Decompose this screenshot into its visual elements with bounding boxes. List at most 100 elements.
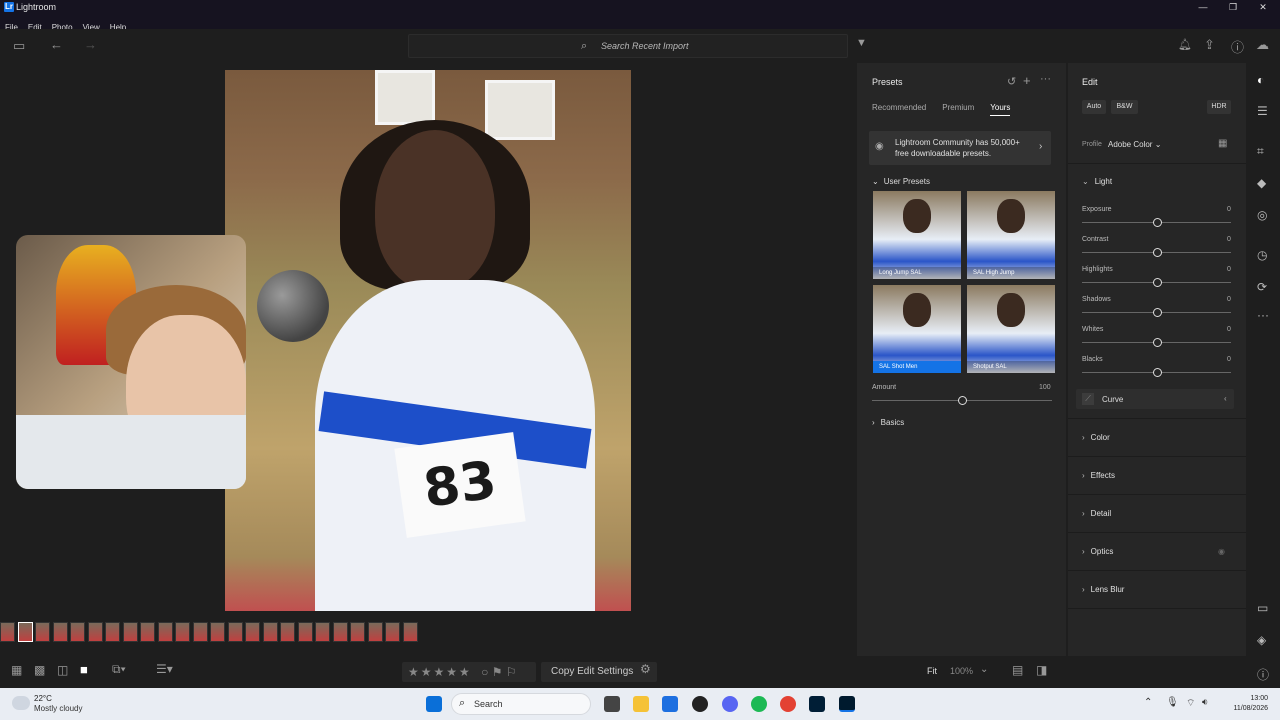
blacks-slider-knob[interactable] xyxy=(1153,368,1162,377)
contrast-slider[interactable] xyxy=(1082,248,1231,257)
close-button[interactable]: ✕ xyxy=(1248,0,1278,15)
filmstrip-thumbnail[interactable] xyxy=(227,622,243,642)
filmstrip-thumbnail[interactable] xyxy=(35,622,50,642)
detail-section-header[interactable]: › Detail xyxy=(1082,509,1111,518)
wifi-icon[interactable]: ⌔ xyxy=(1186,697,1195,710)
auto-button[interactable]: Auto xyxy=(1082,100,1106,114)
blacks-slider[interactable] xyxy=(1082,368,1231,377)
filmstrip-thumbnail[interactable] xyxy=(175,622,190,642)
hdr-button[interactable]: HDR xyxy=(1207,100,1231,114)
list-icon[interactable]: ☰▾ xyxy=(156,662,173,676)
lightroom-taskbar-icon[interactable] xyxy=(839,696,855,712)
filmstrip-thumbnail[interactable] xyxy=(297,622,313,642)
shadows-slider[interactable] xyxy=(1082,308,1231,317)
community-banner[interactable]: ◉ Lightroom Community has 50,000+ free d… xyxy=(869,131,1051,165)
task-view-icon[interactable] xyxy=(604,696,620,712)
search-box[interactable]: ⌕ Search Recent Import xyxy=(408,34,848,58)
filter-icon[interactable]: ▼ xyxy=(856,37,867,49)
zoom-chevron-icon[interactable]: ⌄ xyxy=(980,664,988,675)
preset-tile[interactable]: SAL Shot Men xyxy=(873,285,961,373)
eye-icon[interactable]: ◉ xyxy=(1218,547,1225,556)
filmstrip-thumbnail[interactable] xyxy=(105,622,120,642)
help-icon[interactable]: ⓘ xyxy=(1231,37,1244,56)
exposure-slider-knob[interactable] xyxy=(1153,218,1162,227)
filmstrip-thumbnail[interactable] xyxy=(210,622,225,642)
masking-icon[interactable]: ◎ xyxy=(1257,208,1267,222)
filmstrip-thumbnail[interactable] xyxy=(70,622,85,642)
app-icon[interactable] xyxy=(692,696,708,712)
healing-brush-icon[interactable]: ◆ xyxy=(1257,176,1266,190)
optics-section-header[interactable]: › Optics xyxy=(1082,547,1113,556)
light-section-header[interactable]: ⌄ Light xyxy=(1082,177,1112,186)
filmstrip-thumbnail[interactable] xyxy=(280,622,295,642)
photoshop-icon[interactable] xyxy=(809,696,825,712)
volume-icon[interactable]: 🔉︎ xyxy=(1202,697,1208,708)
whites-slider-knob[interactable] xyxy=(1153,338,1162,347)
more-options-icon[interactable]: ··· xyxy=(1040,73,1051,85)
amount-slider[interactable] xyxy=(872,396,1052,405)
forward-arrow-icon[interactable]: → xyxy=(84,37,97,52)
filmstrip-thumbnail[interactable] xyxy=(332,622,348,642)
more-icon[interactable]: ··· xyxy=(1257,308,1269,322)
file-explorer-icon[interactable] xyxy=(633,696,649,712)
minimize-button[interactable]: — xyxy=(1188,0,1218,15)
profile-browser-icon[interactable]: ▦ xyxy=(1218,138,1227,149)
crop-icon[interactable]: ⌗ xyxy=(1257,144,1264,159)
filmstrip-thumbnail[interactable] xyxy=(87,622,103,642)
clock[interactable]: 13:00 11/08/2026 xyxy=(1222,694,1268,714)
filmstrip-thumbnail[interactable] xyxy=(385,622,400,642)
presets-toggle-icon[interactable]: ◐ xyxy=(1257,73,1264,87)
tag-icon[interactable]: ◈ xyxy=(1257,633,1266,647)
restore-button[interactable]: ❐ xyxy=(1218,0,1248,15)
comments-icon[interactable]: ▭ xyxy=(1257,601,1268,615)
split-view-icon[interactable]: ◨ xyxy=(1036,663,1047,677)
tab-yours[interactable]: Yours xyxy=(990,103,1011,116)
cloud-sync-icon[interactable]: ☁ xyxy=(1256,37,1269,53)
fit-button[interactable]: Fit xyxy=(927,666,937,676)
effects-section-header[interactable]: › Effects xyxy=(1082,471,1115,480)
back-arrow-icon[interactable]: ← xyxy=(50,37,63,52)
info-icon[interactable]: ⓘ xyxy=(1257,666,1269,683)
notifications-icon[interactable]: 🔔︎ xyxy=(1178,38,1192,51)
highlights-slider[interactable] xyxy=(1082,278,1231,287)
user-presets-header[interactable]: ⌄ User Presets xyxy=(872,177,930,186)
preset-tile[interactable]: Long Jump SAL xyxy=(873,191,961,279)
flag-icons[interactable]: ○ ⚑ ⚐ xyxy=(481,665,516,679)
share-icon[interactable]: ⇪ xyxy=(1204,37,1215,53)
filmstrip-thumbnail[interactable] xyxy=(262,622,278,642)
compare-view-icon[interactable]: ◫ xyxy=(57,663,68,677)
filmstrip-thumbnail[interactable] xyxy=(122,622,138,642)
whites-slider[interactable] xyxy=(1082,338,1231,347)
main-photo[interactable]: 83 xyxy=(225,70,631,611)
filmstrip-thumbnail[interactable] xyxy=(140,622,155,642)
filmstrip-thumbnail[interactable] xyxy=(245,622,260,642)
square-grid-icon[interactable]: ▩ xyxy=(34,663,45,677)
microphone-icon[interactable]: 🎙︎ xyxy=(1166,697,1179,708)
amount-slider-knob[interactable] xyxy=(958,396,967,405)
start-menu-icon[interactable] xyxy=(426,696,442,712)
shadows-slider-knob[interactable] xyxy=(1153,308,1162,317)
sort-icon[interactable]: ⧉▾ xyxy=(112,662,126,677)
curve-row[interactable]: ⟋ Curve ‹ xyxy=(1076,389,1234,409)
basics-header[interactable]: › Basics xyxy=(872,418,904,427)
filmstrip-thumbnail[interactable] xyxy=(17,622,33,642)
chrome-icon[interactable] xyxy=(780,696,796,712)
history-icon[interactable]: ◷ xyxy=(1257,248,1267,262)
star-rating[interactable]: ★★★★★ ○ ⚑ ⚐ xyxy=(402,662,536,682)
filmstrip-thumbnail[interactable] xyxy=(192,622,208,642)
grid-view-icon[interactable]: ▦ xyxy=(11,663,22,677)
taskbar-search[interactable]: ⌕ Search xyxy=(451,693,591,715)
reset-icon[interactable]: ↺ xyxy=(1007,75,1016,88)
preset-tile[interactable]: SAL High Jump xyxy=(967,191,1055,279)
color-section-header[interactable]: › Color xyxy=(1082,433,1110,442)
before-after-icon[interactable]: ▤ xyxy=(1012,663,1023,677)
outlook-icon[interactable] xyxy=(662,696,678,712)
filmstrip-thumbnail[interactable] xyxy=(367,622,383,642)
preset-tile[interactable]: Shotput SAL xyxy=(967,285,1055,373)
zoom-level[interactable]: 100% xyxy=(950,666,973,676)
bw-button[interactable]: B&W xyxy=(1111,100,1138,114)
filmstrip-thumbnail[interactable] xyxy=(157,622,173,642)
edit-sliders-icon[interactable]: ☰ xyxy=(1257,104,1268,118)
discord-icon[interactable] xyxy=(722,696,738,712)
rating-stars[interactable]: ★★★★★ xyxy=(408,665,472,679)
